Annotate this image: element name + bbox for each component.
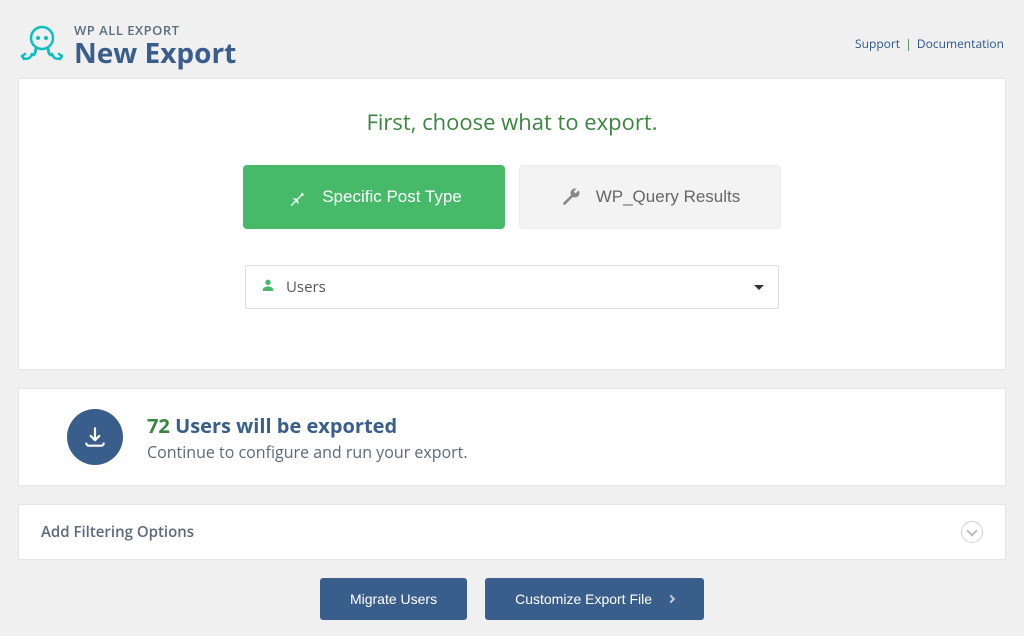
specific-post-type-label: Specific Post Type [322,187,462,207]
migrate-users-label: Migrate Users [350,591,437,607]
chevron-down-icon [961,521,983,543]
export-summary-card: 72 Users will be exported Continue to co… [18,388,1006,486]
export-count: 72 [147,412,170,439]
page-title: New Export [74,39,236,67]
customize-export-button[interactable]: Customize Export File [485,578,704,620]
post-type-dropdown[interactable]: Users [245,265,779,309]
page-header: WP ALL EXPORT New Export Support | Docum… [0,0,1024,78]
specific-post-type-button[interactable]: Specific Post Type [243,165,505,229]
export-count-suffix: Users will be exported [170,412,397,439]
wpquery-results-label: WP_Query Results [596,187,741,207]
octopus-logo-icon [18,20,66,68]
summary-line2: Continue to configure and run your expor… [147,441,468,463]
wrench-icon [560,186,582,208]
download-icon [67,409,123,465]
pin-icon [286,186,308,208]
export-config-card: First, choose what to export. Specific P… [18,78,1006,370]
support-link[interactable]: Support [855,35,900,52]
user-icon [260,276,276,298]
chevron-right-icon [667,595,675,603]
documentation-link[interactable]: Documentation [917,35,1004,52]
customize-export-label: Customize Export File [515,591,652,607]
dropdown-selected-label: Users [286,277,754,297]
migrate-users-button[interactable]: Migrate Users [320,578,467,620]
summary-line1: 72 Users will be exported [147,412,468,439]
link-separator: | [905,35,912,52]
footer-actions: Migrate Users Customize Export File [0,578,1024,636]
wpquery-results-button[interactable]: WP_Query Results [519,165,781,229]
filtering-title: Add Filtering Options [41,522,194,542]
choose-heading: First, choose what to export. [39,107,985,137]
caret-down-icon [754,285,764,290]
filtering-accordion[interactable]: Add Filtering Options [18,504,1006,560]
header-links: Support | Documentation [855,35,1004,52]
